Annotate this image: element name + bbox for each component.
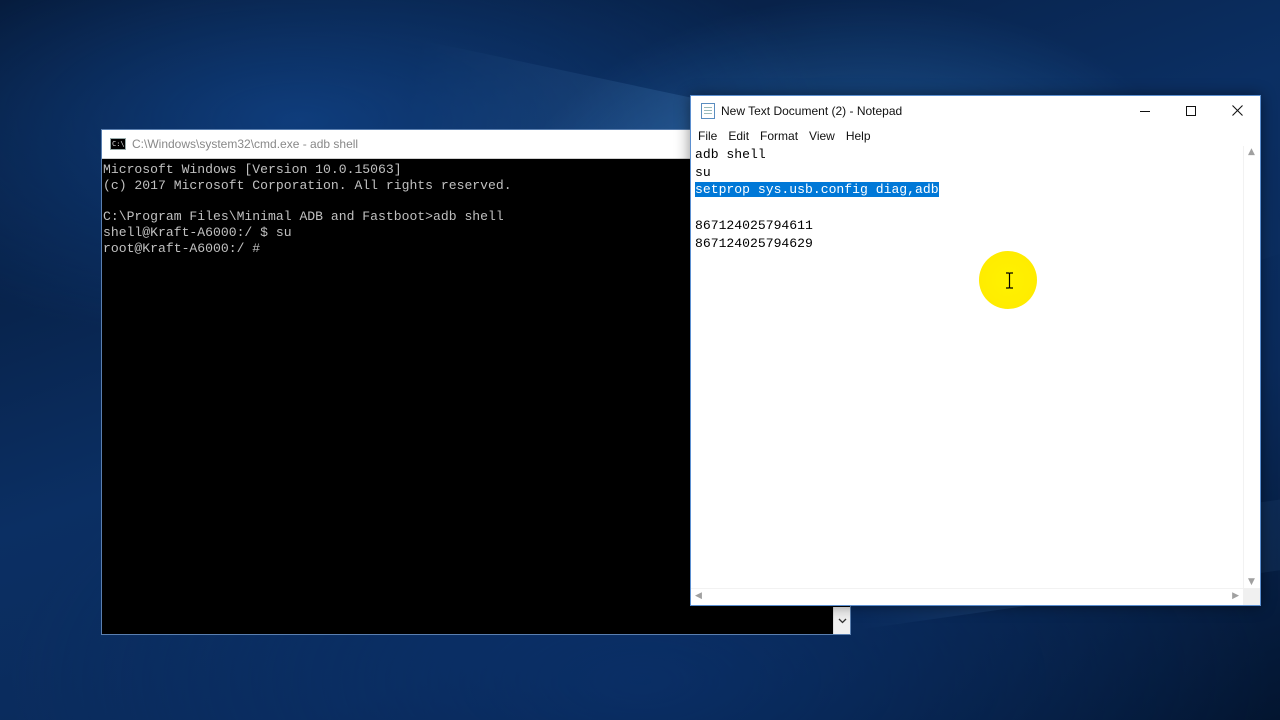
text-line: 867124025794629 <box>695 235 813 251</box>
scroll-right-arrow-icon[interactable]: ▶ <box>1232 591 1239 601</box>
selected-text-line[interactable]: setprop sys.usb.config diag,adb <box>695 182 939 198</box>
horizontal-scrollbar[interactable]: ◀ ▶ <box>691 588 1243 605</box>
notepad-titlebar[interactable]: New Text Document (2) - Notepad <box>691 96 1260 125</box>
menu-file[interactable]: File <box>695 129 723 143</box>
menu-view[interactable]: View <box>806 129 841 143</box>
minimize-icon <box>1140 110 1150 112</box>
text-cursor-icon <box>1006 272 1013 289</box>
menu-format[interactable]: Format <box>757 129 804 143</box>
vertical-scrollbar[interactable]: ▲ ▼ <box>1243 146 1260 588</box>
cmd-scroll-down-button[interactable] <box>833 607 850 634</box>
notepad-window-title: New Text Document (2) - Notepad <box>721 103 903 118</box>
close-button[interactable] <box>1214 96 1260 125</box>
scroll-down-arrow-icon[interactable]: ▼ <box>1248 577 1255 587</box>
minimize-button[interactable] <box>1122 96 1168 125</box>
notepad-icon <box>701 102 715 119</box>
text-line: 867124025794611 <box>695 217 813 233</box>
scroll-up-arrow-icon[interactable]: ▲ <box>1248 147 1255 157</box>
scroll-left-arrow-icon[interactable]: ◀ <box>695 591 702 601</box>
window-controls <box>1122 96 1260 125</box>
resize-grip[interactable] <box>1243 588 1260 605</box>
close-icon <box>1231 105 1243 116</box>
text-line: su <box>695 164 711 180</box>
maximize-icon <box>1186 105 1196 116</box>
menu-help[interactable]: Help <box>843 129 877 143</box>
text-line <box>695 199 1243 217</box>
console-icon: C:\ <box>110 138 126 150</box>
notepad-text-area[interactable]: adb shell su setprop sys.usb.config diag,a… <box>691 146 1243 588</box>
chevron-down-icon <box>838 618 846 623</box>
maximize-button[interactable] <box>1168 96 1214 125</box>
cmd-window-title: C:\Windows\system32\cmd.exe - adb shell <box>132 137 359 151</box>
notepad-window[interactable]: New Text Document (2) - Notepad File Edi… <box>690 95 1261 606</box>
menu-bar: File Edit Format View Help <box>691 125 1260 146</box>
text-line: adb shell <box>695 147 766 162</box>
menu-edit[interactable]: Edit <box>725 129 755 143</box>
